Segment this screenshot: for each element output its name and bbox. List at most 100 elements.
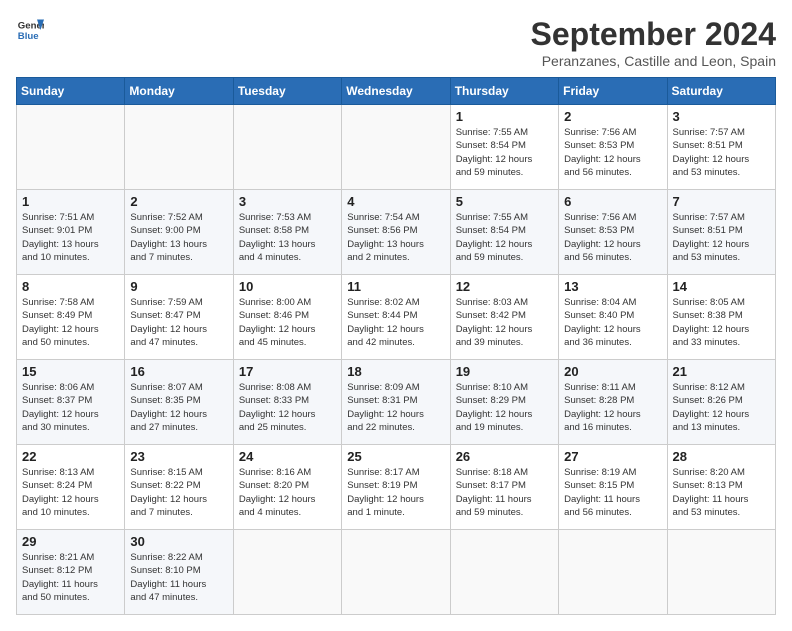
day-info: Sunrise: 7:52 AM Sunset: 9:00 PM Dayligh… xyxy=(130,211,227,264)
calendar-cell: 30 Sunrise: 8:22 AM Sunset: 8:10 PM Dayli… xyxy=(125,530,233,615)
calendar-cell: 28Sunrise: 8:20 AM Sunset: 8:13 PM Dayli… xyxy=(667,445,775,530)
logo-icon: General Blue xyxy=(16,16,44,44)
day-info: Sunrise: 8:09 AM Sunset: 8:31 PM Dayligh… xyxy=(347,381,444,434)
day-info: Sunrise: 8:08 AM Sunset: 8:33 PM Dayligh… xyxy=(239,381,336,434)
day-number: 5 xyxy=(456,194,553,209)
day-info: Sunrise: 8:00 AM Sunset: 8:46 PM Dayligh… xyxy=(239,296,336,349)
day-info: Sunrise: 7:57 AM Sunset: 8:51 PM Dayligh… xyxy=(673,126,770,179)
calendar-body: 1 Sunrise: 7:55 AM Sunset: 8:54 PM Daylig… xyxy=(17,105,776,615)
day-info: Sunrise: 8:04 AM Sunset: 8:40 PM Dayligh… xyxy=(564,296,661,349)
day-info: Sunrise: 7:54 AM Sunset: 8:56 PM Dayligh… xyxy=(347,211,444,264)
day-info: Sunrise: 8:15 AM Sunset: 8:22 PM Dayligh… xyxy=(130,466,227,519)
day-number: 28 xyxy=(673,449,770,464)
day-info: Sunrise: 8:22 AM Sunset: 8:10 PM Dayligh… xyxy=(130,551,227,604)
calendar-cell xyxy=(233,105,341,190)
day-number: 17 xyxy=(239,364,336,379)
calendar-cell xyxy=(342,530,450,615)
day-info: Sunrise: 7:58 AM Sunset: 8:49 PM Dayligh… xyxy=(22,296,119,349)
calendar-cell: 9 Sunrise: 7:59 AM Sunset: 8:47 PM Daylig… xyxy=(125,275,233,360)
day-number: 16 xyxy=(130,364,227,379)
calendar-cell: 20Sunrise: 8:11 AM Sunset: 8:28 PM Dayli… xyxy=(559,360,667,445)
day-number: 1 xyxy=(456,109,553,124)
calendar-cell: 5 Sunrise: 7:55 AM Sunset: 8:54 PM Daylig… xyxy=(450,190,558,275)
day-number: 22 xyxy=(22,449,119,464)
calendar-cell: 4 Sunrise: 7:54 AM Sunset: 8:56 PM Daylig… xyxy=(342,190,450,275)
day-number: 30 xyxy=(130,534,227,549)
day-info: Sunrise: 8:19 AM Sunset: 8:15 PM Dayligh… xyxy=(564,466,661,519)
day-info: Sunrise: 8:12 AM Sunset: 8:26 PM Dayligh… xyxy=(673,381,770,434)
calendar-day-header: Saturday xyxy=(667,78,775,105)
day-number: 26 xyxy=(456,449,553,464)
calendar-day-header: Wednesday xyxy=(342,78,450,105)
calendar-cell: 3 Sunrise: 7:53 AM Sunset: 8:58 PM Daylig… xyxy=(233,190,341,275)
calendar-cell: 17 Sunrise: 8:08 AM Sunset: 8:33 PM Dayli… xyxy=(233,360,341,445)
calendar-cell xyxy=(450,530,558,615)
calendar-cell xyxy=(125,105,233,190)
calendar-cell: 1Sunrise: 7:51 AM Sunset: 9:01 PM Daylig… xyxy=(17,190,125,275)
calendar-cell: 8 Sunrise: 7:58 AM Sunset: 8:49 PM Daylig… xyxy=(17,275,125,360)
calendar-day-header: Monday xyxy=(125,78,233,105)
day-info: Sunrise: 8:07 AM Sunset: 8:35 PM Dayligh… xyxy=(130,381,227,434)
day-number: 2 xyxy=(564,109,661,124)
day-info: Sunrise: 8:13 AM Sunset: 8:24 PM Dayligh… xyxy=(22,466,119,519)
calendar-cell: 13 Sunrise: 8:04 AM Sunset: 8:40 PM Dayli… xyxy=(559,275,667,360)
logo: General Blue xyxy=(16,16,44,44)
day-number: 6 xyxy=(564,194,661,209)
calendar-cell: 21Sunrise: 8:12 AM Sunset: 8:26 PM Dayli… xyxy=(667,360,775,445)
day-number: 9 xyxy=(130,279,227,294)
day-number: 29 xyxy=(22,534,119,549)
day-number: 4 xyxy=(347,194,444,209)
day-info: Sunrise: 8:21 AM Sunset: 8:12 PM Dayligh… xyxy=(22,551,119,604)
day-number: 8 xyxy=(22,279,119,294)
calendar-cell: 7Sunrise: 7:57 AM Sunset: 8:51 PM Daylig… xyxy=(667,190,775,275)
calendar-cell: 2 Sunrise: 7:56 AM Sunset: 8:53 PM Daylig… xyxy=(559,105,667,190)
calendar-cell xyxy=(233,530,341,615)
calendar-cell: 1 Sunrise: 7:55 AM Sunset: 8:54 PM Daylig… xyxy=(450,105,558,190)
day-info: Sunrise: 7:55 AM Sunset: 8:54 PM Dayligh… xyxy=(456,126,553,179)
day-number: 15 xyxy=(22,364,119,379)
calendar-cell: 15Sunrise: 8:06 AM Sunset: 8:37 PM Dayli… xyxy=(17,360,125,445)
day-info: Sunrise: 7:57 AM Sunset: 8:51 PM Dayligh… xyxy=(673,211,770,264)
calendar-cell: 10 Sunrise: 8:00 AM Sunset: 8:46 PM Dayli… xyxy=(233,275,341,360)
svg-text:Blue: Blue xyxy=(18,31,39,42)
calendar-cell: 11Sunrise: 8:02 AM Sunset: 8:44 PM Dayli… xyxy=(342,275,450,360)
calendar-cell xyxy=(342,105,450,190)
month-title: September 2024 xyxy=(531,16,776,53)
day-info: Sunrise: 7:55 AM Sunset: 8:54 PM Dayligh… xyxy=(456,211,553,264)
calendar-cell: 6 Sunrise: 7:56 AM Sunset: 8:53 PM Daylig… xyxy=(559,190,667,275)
day-number: 27 xyxy=(564,449,661,464)
day-info: Sunrise: 7:53 AM Sunset: 8:58 PM Dayligh… xyxy=(239,211,336,264)
day-number: 3 xyxy=(673,109,770,124)
day-info: Sunrise: 7:56 AM Sunset: 8:53 PM Dayligh… xyxy=(564,211,661,264)
calendar-week-row: 29 Sunrise: 8:21 AM Sunset: 8:12 PM Dayli… xyxy=(17,530,776,615)
day-number: 24 xyxy=(239,449,336,464)
day-info: Sunrise: 8:02 AM Sunset: 8:44 PM Dayligh… xyxy=(347,296,444,349)
calendar-table: SundayMondayTuesdayWednesdayThursdayFrid… xyxy=(16,77,776,615)
calendar-cell xyxy=(667,530,775,615)
calendar-week-row: 1Sunrise: 7:51 AM Sunset: 9:01 PM Daylig… xyxy=(17,190,776,275)
calendar-cell: 22 Sunrise: 8:13 AM Sunset: 8:24 PM Dayli… xyxy=(17,445,125,530)
day-number: 13 xyxy=(564,279,661,294)
day-number: 18 xyxy=(347,364,444,379)
day-info: Sunrise: 7:59 AM Sunset: 8:47 PM Dayligh… xyxy=(130,296,227,349)
day-number: 14 xyxy=(673,279,770,294)
calendar-cell xyxy=(559,530,667,615)
day-info: Sunrise: 8:17 AM Sunset: 8:19 PM Dayligh… xyxy=(347,466,444,519)
calendar-cell xyxy=(17,105,125,190)
day-info: Sunrise: 8:10 AM Sunset: 8:29 PM Dayligh… xyxy=(456,381,553,434)
calendar-cell: 19 Sunrise: 8:10 AM Sunset: 8:29 PM Dayli… xyxy=(450,360,558,445)
calendar-day-header: Friday xyxy=(559,78,667,105)
calendar-cell: 23Sunrise: 8:15 AM Sunset: 8:22 PM Dayli… xyxy=(125,445,233,530)
day-number: 25 xyxy=(347,449,444,464)
day-info: Sunrise: 8:16 AM Sunset: 8:20 PM Dayligh… xyxy=(239,466,336,519)
day-info: Sunrise: 7:56 AM Sunset: 8:53 PM Dayligh… xyxy=(564,126,661,179)
calendar-header-row: SundayMondayTuesdayWednesdayThursdayFrid… xyxy=(17,78,776,105)
calendar-cell: 3 Sunrise: 7:57 AM Sunset: 8:51 PM Daylig… xyxy=(667,105,775,190)
day-number: 10 xyxy=(239,279,336,294)
day-info: Sunrise: 8:18 AM Sunset: 8:17 PM Dayligh… xyxy=(456,466,553,519)
day-number: 3 xyxy=(239,194,336,209)
day-number: 19 xyxy=(456,364,553,379)
calendar-cell: 24 Sunrise: 8:16 AM Sunset: 8:20 PM Dayli… xyxy=(233,445,341,530)
day-number: 20 xyxy=(564,364,661,379)
calendar-week-row: 1 Sunrise: 7:55 AM Sunset: 8:54 PM Daylig… xyxy=(17,105,776,190)
